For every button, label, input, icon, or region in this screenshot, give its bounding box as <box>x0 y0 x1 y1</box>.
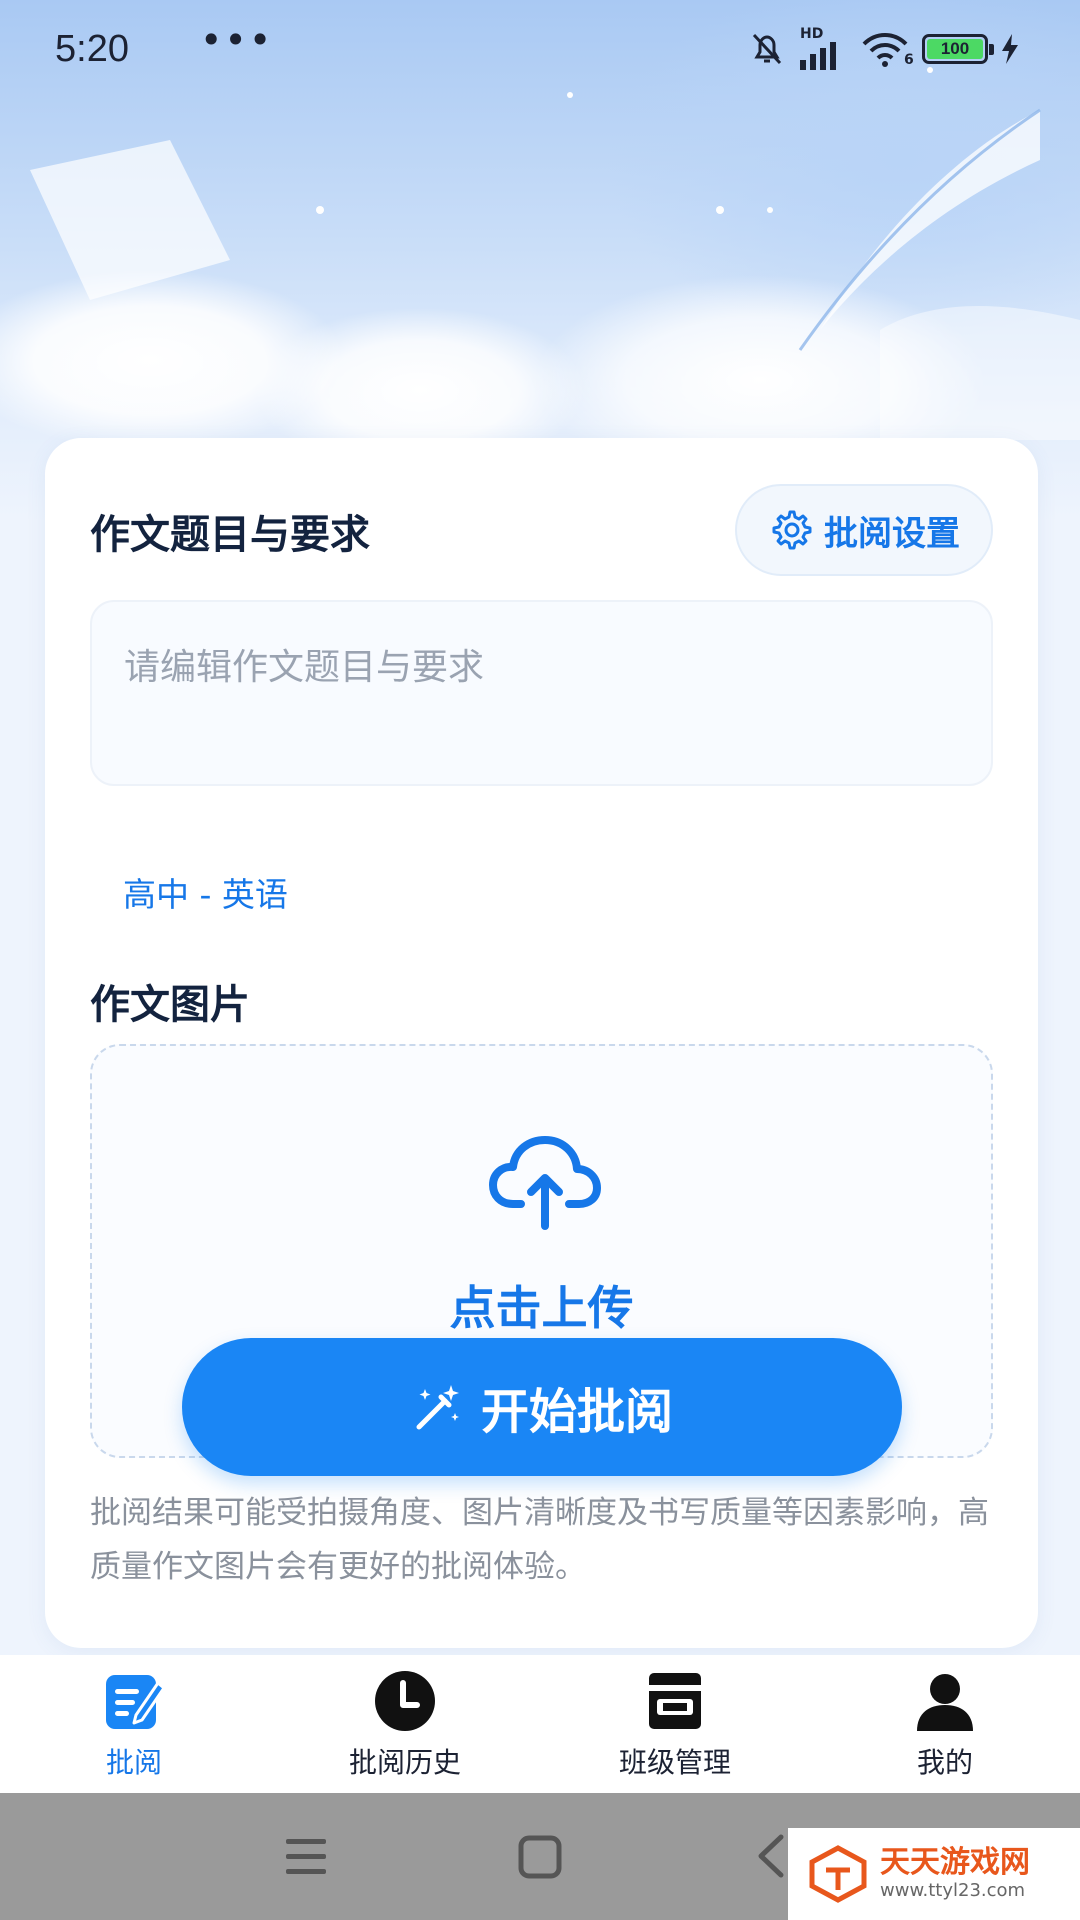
quality-note: 批阅结果可能受拍摄角度、图片清晰度及书写质量等因素影响，高质量作文图片会有更好的… <box>90 1495 989 1585</box>
mute-bell-icon <box>752 33 782 65</box>
tab-mine-label: 我的 <box>916 1746 973 1779</box>
composition-card: 作文题目与要求 批阅设置 高中 - 英语 作文图片 点击上传 开始批阅 批阅结果… <box>45 438 1038 1648</box>
review-settings-label: 批阅设置 <box>824 513 960 554</box>
watermark: 天天游戏网 www.ttyl23.com <box>788 1828 1080 1920</box>
clock-icon <box>375 1671 435 1731</box>
wifi-generation: 6 <box>904 52 914 68</box>
charging-icon <box>1002 34 1018 64</box>
topic-input[interactable] <box>124 638 959 748</box>
person-icon <box>917 1674 973 1731</box>
tab-class-management-label: 班级管理 <box>618 1746 731 1779</box>
more-dots-icon: ••• <box>200 18 274 62</box>
battery-icon: 100 <box>922 34 994 64</box>
tab-history[interactable]: 批阅历史 <box>305 1655 505 1793</box>
menu-icon[interactable] <box>284 1837 328 1877</box>
wifi-icon <box>862 33 908 67</box>
battery-level: 100 <box>927 39 983 59</box>
status-bar: 5:20 ••• HD 6 100 <box>0 0 1080 100</box>
cloud-upload-icon <box>489 1136 601 1230</box>
tab-mine[interactable]: 我的 <box>845 1655 1045 1793</box>
bottom-tab-bar: 批阅 批阅历史 班级管理 我的 <box>0 1655 1080 1793</box>
back-icon[interactable] <box>755 1833 785 1879</box>
gear-icon <box>772 510 812 550</box>
upload-label: 点击上传 <box>449 1281 634 1335</box>
class-manage-icon <box>649 1673 701 1729</box>
review-edit-icon <box>106 1675 166 1729</box>
watermark-title: 天天游戏网 <box>880 1845 1030 1880</box>
watermark-url: www.ttyl23.com <box>880 1880 1026 1901</box>
tab-review-label: 批阅 <box>105 1746 162 1779</box>
network-hd-label: HD <box>800 26 824 42</box>
topic-input-box[interactable] <box>90 600 993 786</box>
start-review-label: 开始批阅 <box>480 1384 673 1440</box>
magic-wand-icon <box>416 1385 459 1430</box>
review-settings-button[interactable]: 批阅设置 <box>735 484 993 576</box>
watermark-logo-icon <box>809 1845 867 1903</box>
tab-class-management[interactable]: 班级管理 <box>575 1655 775 1793</box>
topic-section-title: 作文题目与要求 <box>90 512 370 558</box>
status-icons: HD 6 100 <box>748 26 1028 74</box>
start-review-button[interactable]: 开始批阅 <box>182 1338 902 1476</box>
level-subject-tag[interactable]: 高中 - 英语 <box>123 868 288 916</box>
tab-history-label: 批阅历史 <box>348 1746 461 1779</box>
status-time: 5:20 <box>55 28 129 70</box>
tab-review[interactable]: 批阅 <box>34 1655 234 1793</box>
signal-icon <box>800 42 836 70</box>
home-icon[interactable] <box>518 1835 562 1879</box>
image-section-title: 作文图片 <box>90 982 250 1028</box>
